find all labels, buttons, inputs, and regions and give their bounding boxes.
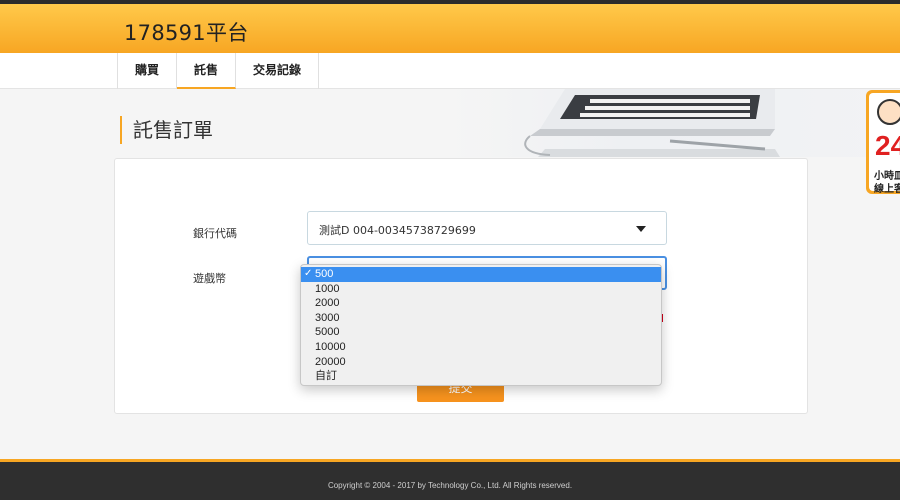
option-label: 500 [315, 268, 334, 280]
bank-code-value: 測試D 004-00345738729699 [319, 224, 476, 237]
bank-code-select[interactable]: 測試D 004-00345738729699 [307, 211, 667, 245]
option-10000[interactable]: 10000 [301, 340, 661, 355]
page-title: 託售訂單 [120, 116, 213, 144]
option-custom[interactable]: 自訂 [301, 369, 661, 384]
option-5000[interactable]: 5000 [301, 325, 661, 340]
support-panel: 24 小時皿 線上客 [869, 93, 900, 195]
support-hours: 24 [875, 130, 900, 161]
option-label: 自訂 [315, 370, 337, 383]
option-label: 10000 [315, 340, 346, 353]
option-label: 3000 [315, 311, 340, 324]
option-label: 20000 [315, 355, 346, 368]
app-title[interactable]: 178591平台 [124, 17, 249, 47]
option-1000[interactable]: 1000 [301, 282, 661, 297]
support-text-2: 線上客 [874, 184, 900, 195]
copyright-text: Copyright © 2004 - 2017 by Technology Co… [327, 481, 573, 490]
headset-agent-icon [877, 99, 900, 125]
option-label: 5000 [315, 326, 340, 339]
caret-down-icon [636, 226, 646, 232]
laptop-illustration [524, 89, 780, 157]
support-widget[interactable]: 24 小時皿 線上客 [866, 90, 900, 195]
option-2000[interactable]: 2000 [301, 296, 661, 311]
game-coin-label: 遊戲幣 [193, 272, 226, 285]
option-20000[interactable]: 20000 [301, 355, 661, 370]
navbar: 購買 託售 交易記錄 [0, 53, 900, 89]
option-label: 2000 [315, 297, 340, 310]
option-label: 1000 [315, 282, 340, 295]
checkmark-icon: ✓ [304, 268, 313, 279]
header: 178591平台 [0, 4, 900, 53]
bank-code-label: 銀行代碼 [193, 227, 237, 240]
tab-transaction-history[interactable]: 交易記錄 [236, 53, 320, 89]
option-3000[interactable]: 3000 [301, 311, 661, 326]
tab-consign[interactable]: 託售 [177, 53, 237, 89]
option-500[interactable]: ✓ 500 [301, 267, 661, 282]
nav-tabs: 購買 託售 交易記錄 [117, 53, 320, 89]
footer: Copyright © 2004 - 2017 by Technology Co… [0, 459, 900, 500]
tab-buy[interactable]: 購買 [118, 53, 178, 89]
game-coin-options: ✓ 500 1000 2000 3000 5000 10000 20000 自訂 [300, 264, 662, 386]
